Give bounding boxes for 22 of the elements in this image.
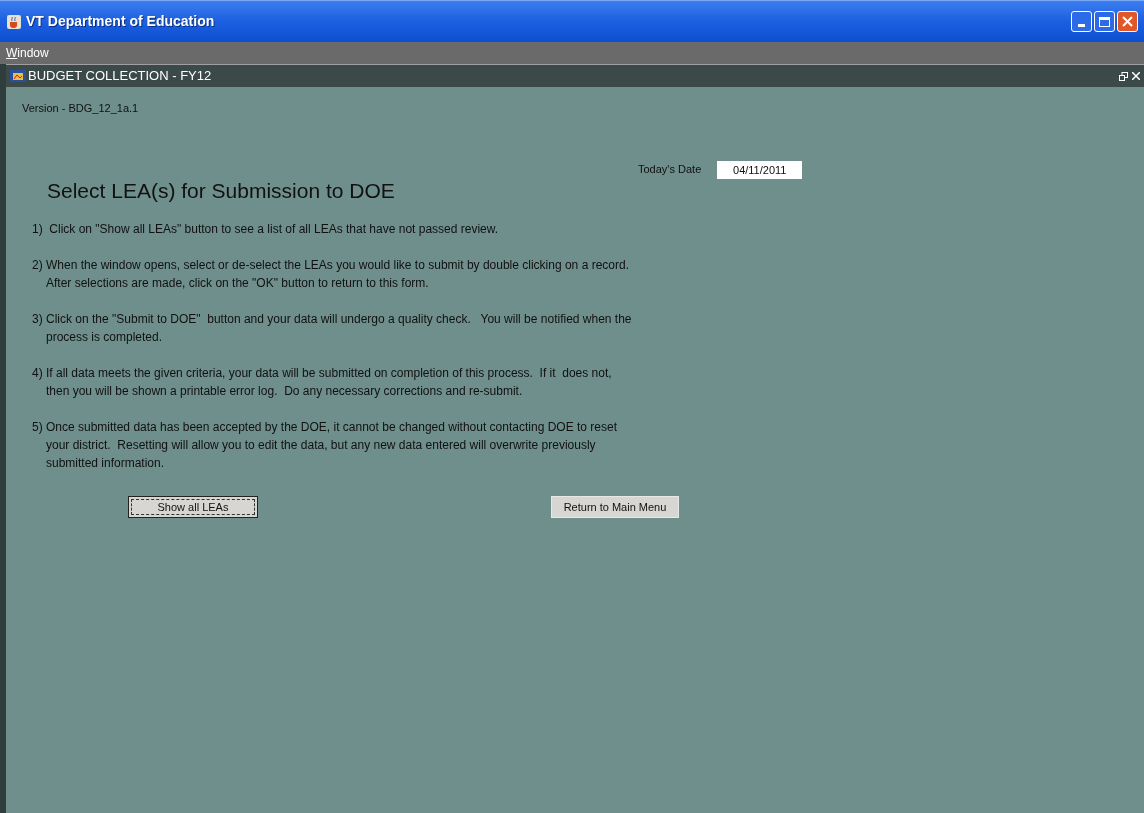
frame-icon [10,69,26,83]
restore-icon[interactable] [1119,71,1128,81]
return-button[interactable]: Return to Main Menu [551,496,679,518]
minimize-button[interactable] [1071,11,1092,32]
instruction-text: 4) If all data meets the given criteria, your data will be submitted on completion of this process. If it does not, then you will be shown a printable error log. Do any necessary corrections and re-submit. [32,365,613,400]
instruction-text: 3) Click on the "Submit to DOE" button and your data will undergo a quality check. You will be notified when the process is completed. [32,311,633,346]
page-heading: Select LEA(s) for Submission to DOE [47,177,396,204]
maximize-button[interactable] [1094,11,1115,32]
window-title: VT Department of Education [26,12,215,31]
close-button[interactable] [1117,11,1138,32]
version-label: Version - BDG_12_1a.1 [22,101,140,116]
date-field[interactable]: 04/11/2011 [717,160,803,179]
date-label: Today's Date [638,162,702,178]
close-icon [1122,16,1133,27]
close-icon[interactable] [1132,72,1140,80]
app-icon [6,13,22,30]
show-all-button[interactable]: Show all LEAs [128,496,258,518]
instruction-text: 2) When the window opens, select or de-select the LEAs you would like to submit by double clicking on a record. After selections are made, click on the "OK" button to return to this form. [32,257,630,292]
instruction-text: 1) Click on "Show all LEAs" button to see a list of all LEAs that have not passed review. [32,221,500,238]
frame-title: BUDGET COLLECTION - FY12 [28,67,212,86]
menu-item[interactable]: Window [6,44,49,62]
instruction-text: 5) Once submitted data has been accepted by the DOE, it cannot be changed without contacting DOE to reset your district. Resetting will allow you to edit the data, but any new data entered will overwrite previously submitted information. [32,419,619,472]
